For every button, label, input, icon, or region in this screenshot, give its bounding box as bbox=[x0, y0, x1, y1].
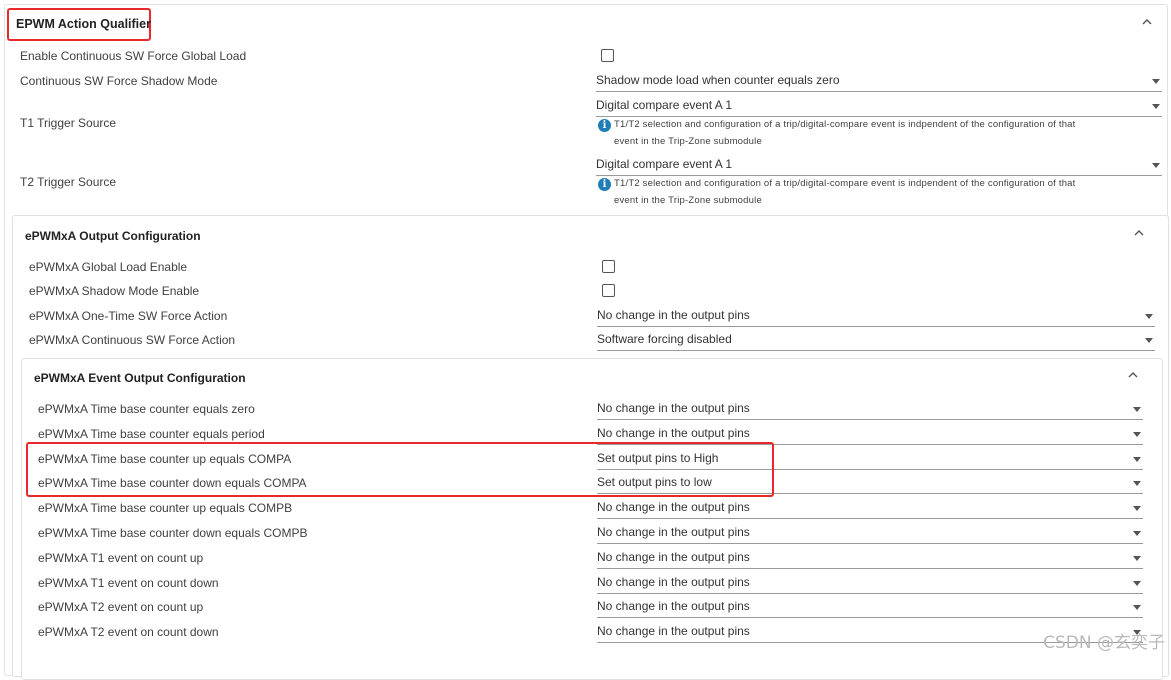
output-config-title: ePWMxA Output Configuration bbox=[25, 229, 201, 243]
event-row-label: ePWMxA Time base counter equals zero bbox=[38, 402, 255, 416]
event-row-label: ePWMxA Time base counter equals period bbox=[38, 426, 265, 441]
continuous-force-select[interactable]: Software forcing disabled bbox=[597, 332, 1155, 351]
one-time-force-select[interactable]: No change in the output pins bbox=[597, 308, 1155, 327]
caret-down-icon bbox=[1133, 456, 1141, 462]
event-row-label: ePWMxA T1 event on count down bbox=[38, 575, 219, 590]
t1-trigger-select[interactable]: Digital compare event A 1 bbox=[596, 98, 1162, 117]
t1-trigger-label: T1 Trigger Source bbox=[20, 116, 117, 130]
event-row-label: ePWMxA T1 event on count up bbox=[38, 550, 204, 565]
global-load-checkbox[interactable] bbox=[601, 49, 614, 62]
shadow-mode-select[interactable]: Shadow mode load when counter equals zer… bbox=[596, 73, 1162, 92]
output-global-load-label: ePWMxA Global Load Enable bbox=[29, 260, 188, 274]
t1-trigger-info: T1/T2 selection and configuration of a t… bbox=[614, 116, 1076, 150]
event-row-select[interactable]: No change in the output pins bbox=[597, 525, 1143, 544]
event-row-value: No change in the output pins bbox=[597, 574, 750, 589]
event-row-value: No change in the output pins bbox=[597, 525, 750, 539]
shadow-mode-label: Continuous SW Force Shadow Mode bbox=[20, 74, 218, 88]
output-shadow-mode-label: ePWMxA Shadow Mode Enable bbox=[29, 284, 200, 298]
caret-down-icon bbox=[1133, 555, 1141, 561]
event-row-label: ePWMxA T2 event on count down bbox=[38, 625, 219, 640]
output-global-load-checkbox[interactable] bbox=[602, 260, 615, 273]
caret-down-icon bbox=[1133, 407, 1141, 412]
caret-down-icon bbox=[1133, 580, 1141, 586]
compa-highlight-box bbox=[26, 442, 774, 497]
event-row-select[interactable]: No change in the output pins bbox=[597, 599, 1143, 619]
event-row-value: No change in the output pins bbox=[597, 624, 750, 639]
caret-down-icon bbox=[1152, 104, 1160, 109]
caret-down-icon bbox=[1133, 481, 1141, 487]
event-row-select[interactable]: No change in the output pins bbox=[597, 401, 1143, 420]
t1-trigger-value: Digital compare event A 1 bbox=[596, 98, 733, 112]
event-row-value: No change in the output pins bbox=[597, 599, 750, 614]
event-row-value: No change in the output pins bbox=[597, 425, 750, 440]
t2-trigger-value: Digital compare event A 1 bbox=[596, 157, 733, 171]
global-load-label: Enable Continuous SW Force Global Load bbox=[20, 49, 247, 63]
chevron-up-icon[interactable] bbox=[1134, 229, 1144, 239]
continuous-force-label: ePWMxA Continuous SW Force Action bbox=[29, 333, 236, 347]
t1-info-line-1: T1/T2 selection and configuration of a t… bbox=[614, 119, 1076, 130]
t2-trigger-select[interactable]: Digital compare event A 1 bbox=[596, 157, 1162, 176]
info-icon: i bbox=[598, 119, 611, 132]
event-row-select[interactable]: No change in the output pins bbox=[597, 550, 1143, 569]
caret-down-icon bbox=[1133, 431, 1141, 437]
t2-trigger-info: T1/T2 selection and configuration of a t… bbox=[614, 175, 1076, 209]
chevron-up-icon[interactable] bbox=[1128, 371, 1138, 381]
event-row-value: No change in the output pins bbox=[597, 549, 750, 564]
event-row-select[interactable]: No change in the output pins bbox=[597, 500, 1143, 520]
t1-info-line-2: event in the Trip-Zone submodule bbox=[614, 136, 762, 147]
event-output-title: ePWMxA Event Output Configuration bbox=[34, 371, 246, 385]
one-time-force-label: ePWMxA One-Time SW Force Action bbox=[29, 309, 228, 323]
event-row-label: ePWMxA T2 event on count up bbox=[38, 600, 204, 615]
section-title: EPWM Action Qualifier bbox=[16, 17, 151, 31]
event-row-value: No change in the output pins bbox=[597, 401, 750, 415]
event-row-select[interactable]: No change in the output pins bbox=[597, 575, 1143, 594]
t2-info-line-1: T1/T2 selection and configuration of a t… bbox=[614, 178, 1076, 189]
caret-down-icon bbox=[1145, 314, 1153, 319]
watermark: CSDN @玄奕子 bbox=[1043, 633, 1165, 653]
continuous-force-value: Software forcing disabled bbox=[597, 332, 732, 346]
caret-down-icon bbox=[1145, 338, 1153, 343]
caret-down-icon bbox=[1152, 163, 1160, 168]
event-row-label: ePWMxA Time base counter up equals COMPB bbox=[38, 501, 293, 516]
info-icon: i bbox=[598, 178, 611, 191]
shadow-mode-value: Shadow mode load when counter equals zer… bbox=[596, 73, 840, 87]
one-time-force-value: No change in the output pins bbox=[597, 308, 750, 322]
output-shadow-mode-checkbox[interactable] bbox=[602, 284, 615, 297]
t2-trigger-label: T2 Trigger Source bbox=[20, 175, 117, 189]
caret-down-icon bbox=[1133, 531, 1141, 536]
caret-down-icon bbox=[1133, 605, 1141, 611]
event-row-value: No change in the output pins bbox=[597, 500, 750, 515]
caret-down-icon bbox=[1152, 79, 1160, 84]
chevron-up-icon[interactable] bbox=[1142, 18, 1152, 28]
t2-info-line-2: event in the Trip-Zone submodule bbox=[614, 195, 762, 206]
event-row-label: ePWMxA Time base counter down equals COM… bbox=[38, 526, 308, 540]
caret-down-icon bbox=[1133, 506, 1141, 512]
